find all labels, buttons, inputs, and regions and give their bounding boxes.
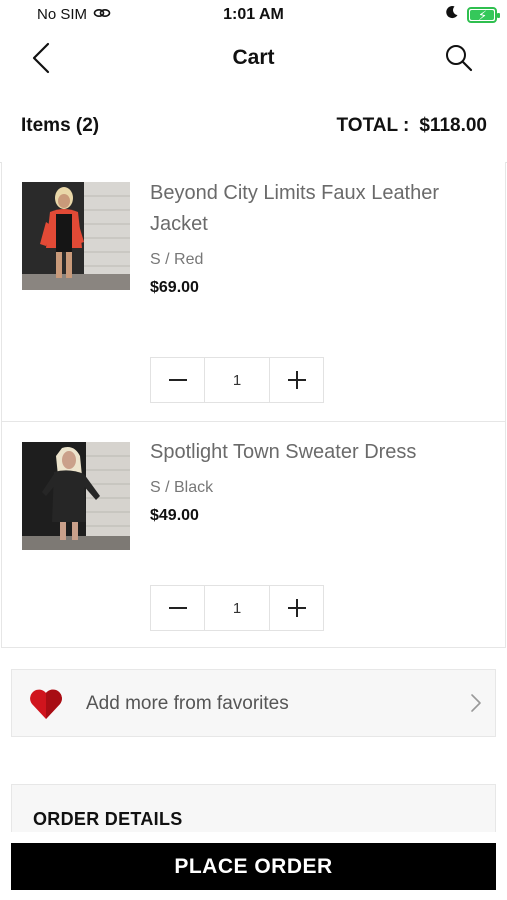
product-name[interactable]: Beyond City Limits Faux Leather Jacket xyxy=(150,178,490,240)
minus-icon xyxy=(168,379,187,381)
clock: 1:01 AM xyxy=(223,6,284,23)
plus-icon xyxy=(287,599,306,617)
search-button[interactable] xyxy=(441,40,477,76)
product-name[interactable]: Spotlight Town Sweater Dress xyxy=(150,437,490,468)
status-bar: No SIM 1:01 AM ⚡ xyxy=(0,0,507,30)
quantity-value[interactable]: 1 xyxy=(204,586,270,630)
chevron-right-icon xyxy=(471,694,481,712)
place-order-button[interactable]: PLACE ORDER xyxy=(11,843,496,890)
page-title: Cart xyxy=(232,46,275,69)
heart-icon xyxy=(30,689,62,719)
search-icon xyxy=(446,45,473,72)
cart-summary: Items (2) TOTAL : $118.00 xyxy=(21,113,487,141)
decrease-quantity-button[interactable] xyxy=(151,586,204,630)
favorites-label: Add more from favorites xyxy=(86,693,289,714)
decrease-quantity-button[interactable] xyxy=(151,358,204,402)
product-price: $69.00 xyxy=(150,279,199,296)
total-value: $118.00 xyxy=(419,115,487,136)
cart-item: Spotlight Town Sweater Dress S / Black $… xyxy=(1,422,506,648)
battery-icon: ⚡ xyxy=(467,6,500,23)
quantity-value[interactable]: 1 xyxy=(204,358,270,402)
status-icons: ⚡ xyxy=(445,5,500,24)
increase-quantity-button[interactable] xyxy=(270,586,323,630)
increase-quantity-button[interactable] xyxy=(270,358,323,402)
cart-total: TOTAL : $118.00 xyxy=(337,115,487,137)
navigation-bar: Cart xyxy=(0,36,507,80)
product-image[interactable] xyxy=(22,182,130,290)
quantity-stepper: 1 xyxy=(150,585,324,631)
add-from-favorites-button[interactable]: Add more from favorites xyxy=(11,669,496,737)
order-details-title: ORDER DETAILS xyxy=(33,809,183,829)
product-image[interactable] xyxy=(22,442,130,550)
plus-icon xyxy=(287,371,306,389)
total-label: TOTAL : xyxy=(336,115,410,136)
product-price: $49.00 xyxy=(150,507,199,524)
moon-icon xyxy=(445,5,459,24)
minus-icon xyxy=(168,607,187,609)
product-variant: S / Black xyxy=(150,479,214,496)
product-variant: S / Red xyxy=(150,251,204,268)
cart-item: Beyond City Limits Faux Leather Jacket S… xyxy=(1,162,506,422)
quantity-stepper: 1 xyxy=(150,357,324,403)
items-count: Items (2) xyxy=(21,115,100,136)
